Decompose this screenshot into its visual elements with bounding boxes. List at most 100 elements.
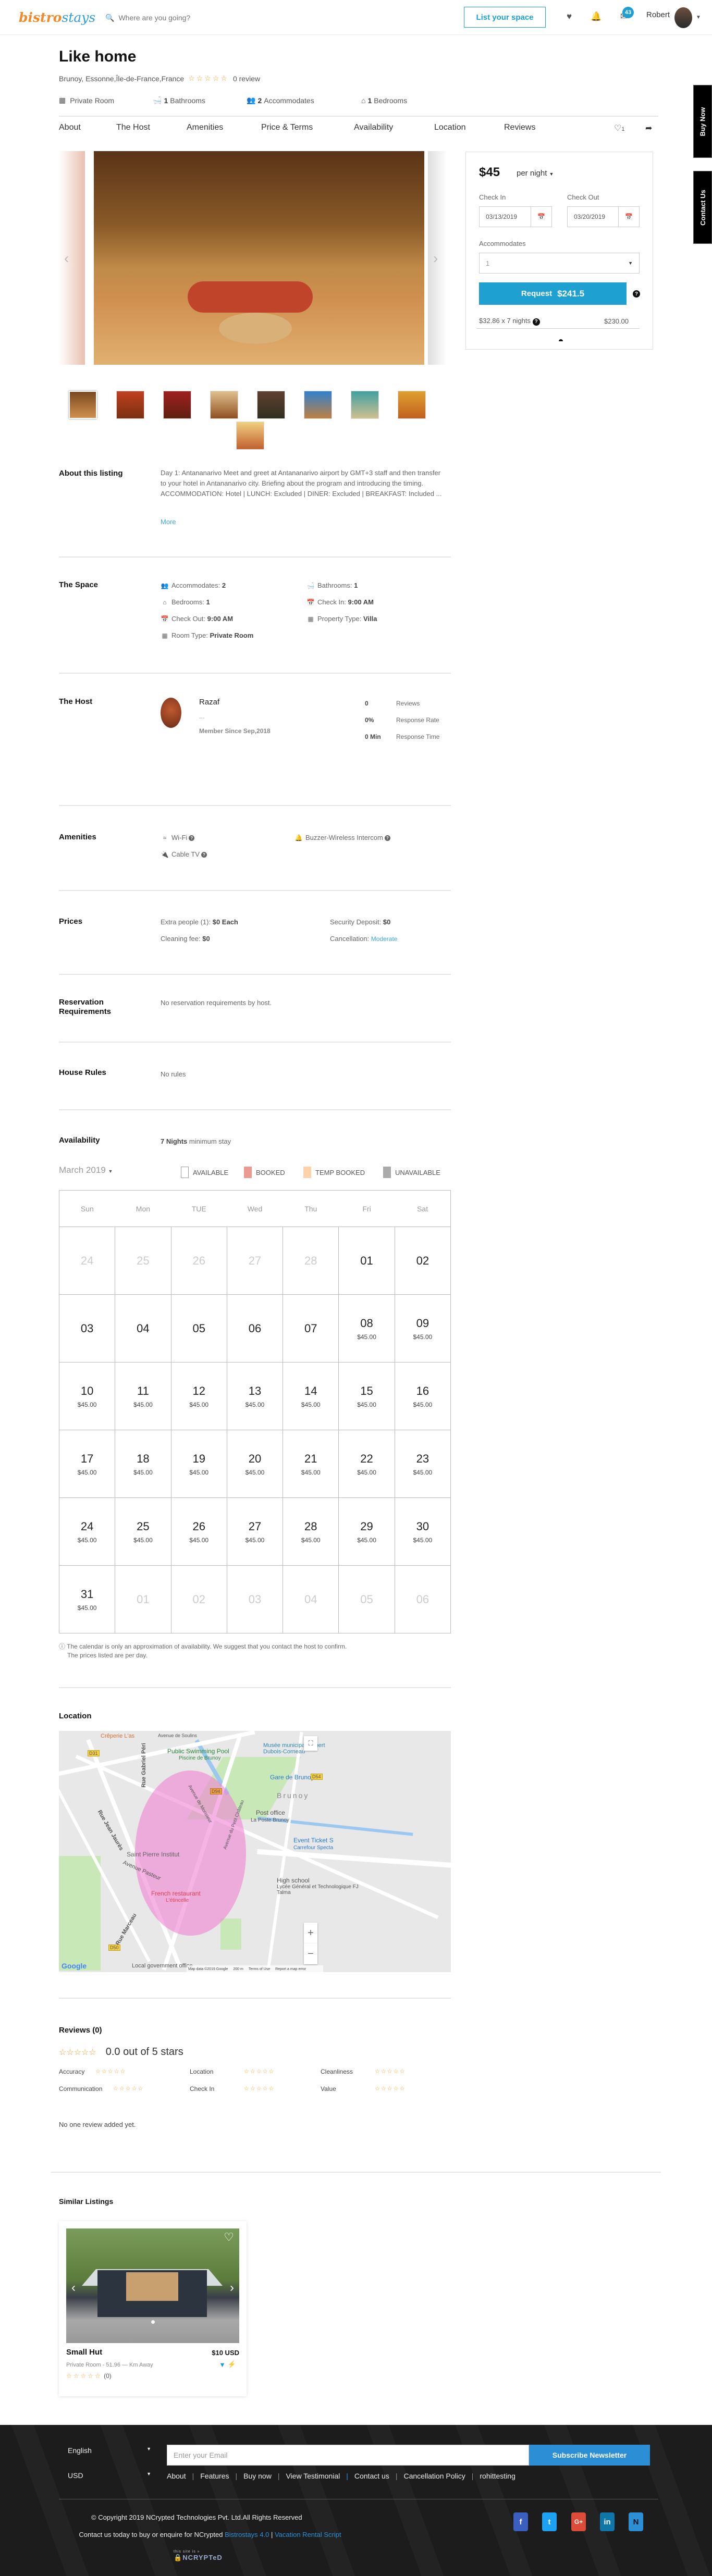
similar-listing-card[interactable]: ♡ ‹ › Small Hut $10 USD Private Room - 5… [59,2221,247,2396]
calendar-day[interactable]: 20 $45.00 [226,1430,284,1498]
list-your-space-button[interactable]: List your space [464,7,546,28]
thumbnail[interactable] [236,422,264,450]
thumbnail[interactable] [116,391,144,419]
calendar-day[interactable]: 11 $45.00 [115,1362,171,1430]
fullscreen-icon[interactable]: ⛶ [304,1736,317,1751]
calendar-day[interactable]: 08 $45.00 [338,1294,395,1363]
footer-link-cancellation-policy[interactable]: Cancellation Policy [403,2472,465,2480]
wishlist-heart-icon[interactable]: ♡1 [614,123,624,133]
thumbnail[interactable] [398,391,426,419]
user-avatar[interactable] [674,7,692,28]
thumbnail[interactable] [163,391,191,419]
site-logo[interactable]: bistrostays [19,6,95,29]
chevron-down-icon[interactable]: ▼ [696,15,701,20]
zoom-in-button[interactable]: + [304,1923,317,1943]
search-input[interactable] [118,14,234,22]
chevron-left-icon[interactable]: ‹ [71,2281,76,2295]
tab-the-host[interactable]: The Host [116,123,150,132]
calendar-day[interactable]: 09 $45.00 [394,1294,451,1363]
calendar-day[interactable]: 15 $45.00 [338,1362,395,1430]
location-map[interactable]: Crêperie L'as Avenue de Soulins Public S… [59,1731,451,1972]
linkedin-icon[interactable]: in [600,2512,615,2531]
calendar-day[interactable]: 04 [115,1294,171,1363]
subscribe-newsletter-button[interactable]: Subscribe Newsletter [529,2445,650,2466]
thumbnail[interactable] [257,391,285,419]
calendar-day[interactable]: 12 $45.00 [170,1362,227,1430]
facebook-icon[interactable]: f [513,2512,528,2531]
zoom-out-button[interactable]: − [304,1943,317,1964]
calendar-day[interactable]: 18 $45.00 [115,1430,171,1498]
calendar-day[interactable]: 27 $45.00 [226,1497,284,1566]
request-button[interactable]: Request $241.5 [479,282,627,305]
thumbnail[interactable] [304,391,332,419]
chevron-left-icon[interactable]: ‹ [64,250,69,267]
bell-icon[interactable]: 🔔 [591,11,601,23]
calendar-day[interactable]: 16 $45.00 [394,1362,451,1430]
currency-select[interactable]: USD ▼ [68,2471,151,2480]
calendar-day[interactable]: 10 $45.00 [58,1362,116,1430]
calendar-day[interactable]: 14 $45.00 [283,1362,339,1430]
listing-photo[interactable]: ♡ ‹ › [66,2228,239,2343]
calendar-day[interactable]: 03 [58,1294,116,1363]
footer-link-view-testimonial[interactable]: View Testimonial [286,2472,340,2480]
month-select[interactable]: March 2019 ▼ [59,1165,113,1176]
language-select[interactable]: English ▼ [68,2446,151,2455]
chevron-right-icon[interactable]: › [230,2281,234,2295]
calendar-day[interactable]: 24 $45.00 [58,1497,116,1566]
tab-location[interactable]: Location [434,123,466,132]
buy-now-tab[interactable]: Buy Now [693,85,712,158]
calendar-day[interactable]: 06 [226,1294,284,1363]
similar-title[interactable]: Small Hut [66,2348,102,2357]
twitter-icon[interactable]: t [542,2512,557,2531]
footer-link-features[interactable]: Features [200,2472,229,2480]
cancellation-link[interactable]: Moderate [371,935,398,943]
host-avatar[interactable] [161,698,181,728]
calendar-day[interactable]: 25 $45.00 [115,1497,171,1566]
calendar-day[interactable]: 23 $45.00 [394,1430,451,1498]
more-link[interactable]: More [161,517,176,527]
calendar-day[interactable]: 07 [283,1294,339,1363]
calendar-icon[interactable]: 📅 [531,207,551,227]
thumbnail[interactable] [351,391,379,419]
footer-link-rohittesting[interactable]: rohittesting [480,2472,515,2480]
search-box[interactable]: 🔍 [105,11,241,24]
ncrypted-icon[interactable]: N [629,2512,643,2531]
chevron-right-icon[interactable]: › [433,250,438,267]
thumbnail[interactable] [69,391,97,419]
thumbnail[interactable] [210,391,238,419]
calendar-day[interactable]: 21 $45.00 [283,1430,339,1498]
footer-link-buy-now[interactable]: Buy now [243,2472,272,2480]
map-report-link[interactable]: Report a map error [275,1967,306,1971]
calendar-day[interactable]: 17 $45.00 [58,1430,116,1498]
calendar-day[interactable]: 31 $45.00 [58,1565,116,1633]
heart-outline-icon[interactable]: ♡ [224,2231,234,2244]
check-in-field[interactable]: 03/13/2019 📅 [479,206,552,227]
bistrostays-link[interactable]: Bistrostays 4.0 [225,2531,269,2538]
footer-link-contact-us[interactable]: Contact us [354,2472,389,2480]
newsletter-email-input[interactable]: Enter your Email [167,2445,529,2466]
calendar-day[interactable]: 05 [170,1294,227,1363]
calendar-day[interactable]: 13 $45.00 [226,1362,284,1430]
tab-price-terms[interactable]: Price & Terms [261,123,313,132]
review-count[interactable]: 0 review [233,75,260,83]
tab-availability[interactable]: Availability [354,123,393,132]
host-name[interactable]: Razaf [199,697,219,708]
google-plus-icon[interactable]: G+ [571,2512,586,2531]
contact-us-tab[interactable]: Contact Us [693,171,712,244]
help-icon[interactable]: ? [189,835,195,841]
help-icon[interactable]: ? [532,318,540,326]
calendar-day[interactable]: 29 $45.00 [338,1497,395,1566]
calendar-day[interactable]: 02 [394,1227,451,1295]
accommodates-select[interactable]: 1 ▼ [479,253,640,274]
check-out-field[interactable]: 03/20/2019 📅 [567,206,640,227]
calendar-day[interactable]: 26 $45.00 [170,1497,227,1566]
tab-reviews[interactable]: Reviews [504,123,535,132]
carousel-dot[interactable] [151,2320,155,2324]
help-icon[interactable]: ? [384,835,390,841]
share-icon[interactable]: ➦ [645,123,652,133]
ncrypted-badge[interactable]: this site is » 🔒NCRYPTeD [174,2550,223,2562]
tab-about[interactable]: About [59,123,81,132]
footer-link-about[interactable]: About [167,2472,186,2480]
calendar-day[interactable]: 22 $45.00 [338,1430,395,1498]
calendar-day[interactable]: 01 [338,1227,395,1295]
